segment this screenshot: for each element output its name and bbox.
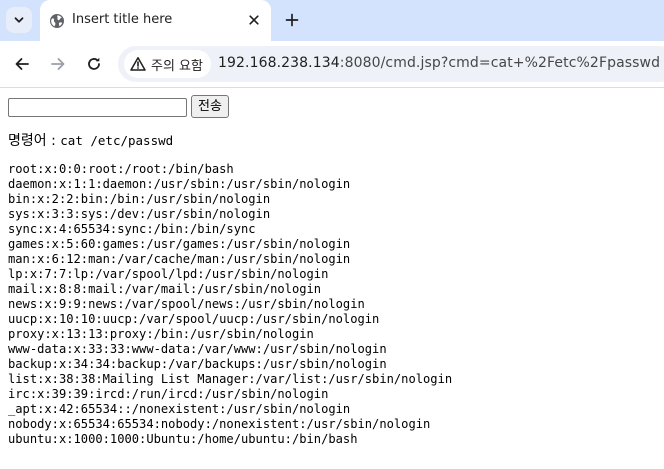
output-line: ubuntu:x:1000:1000:Ubuntu:/home/ubuntu:/… (8, 432, 358, 446)
close-icon[interactable] (246, 12, 262, 28)
submit-button[interactable]: 전송 (191, 95, 229, 118)
tab-strip: Insert title here (0, 0, 664, 41)
arrow-left-icon (14, 56, 30, 72)
browser-toolbar: 주의 요함 192.168.238.134:8080/cmd.jsp?cmd=c… (0, 41, 664, 88)
output-line: bin:x:2:2:bin:/bin:/usr/sbin/nologin (8, 192, 271, 206)
new-tab-button[interactable] (280, 8, 304, 32)
globe-icon (49, 13, 65, 29)
url-text[interactable]: 192.168.238.134:8080/cmd.jsp?cmd=cat+%2F… (218, 55, 660, 71)
tab-search-button[interactable] (6, 7, 32, 33)
output-line: sys:x:3:3:sys:/dev:/usr/sbin/nologin (8, 207, 271, 221)
url-host: 192.168.238.134 (218, 55, 340, 71)
browser-tab[interactable]: Insert title here (40, 0, 271, 41)
warning-triangle-icon (130, 56, 146, 72)
security-chip[interactable]: 주의 요함 (124, 50, 211, 78)
output-line: www-data:x:33:33:www-data:/var/www:/usr/… (8, 342, 387, 356)
output-line: sync:x:4:65534:sync:/bin:/bin/sync (8, 222, 256, 236)
page-content: 전송 명령어 : cat /etc/passwd root:x:0:0:root… (0, 88, 664, 469)
reload-icon (86, 56, 102, 72)
output-line: lp:x:7:7:lp:/var/spool/lpd:/usr/sbin/nol… (8, 267, 329, 281)
output-line: mail:x:8:8:mail:/var/mail:/usr/sbin/nolo… (8, 282, 322, 296)
command-value: cat /etc/passwd (60, 133, 174, 148)
output-line: backup:x:34:34:backup:/var/backups:/usr/… (8, 357, 387, 371)
output-line: man:x:6:12:man:/var/cache/man:/usr/sbin/… (8, 252, 351, 266)
chevron-down-icon (13, 14, 25, 26)
output-line: nobody:x:65534:65534:nobody:/nonexistent… (8, 417, 431, 431)
output-line: daemon:x:1:1:daemon:/usr/sbin:/usr/sbin/… (8, 177, 351, 191)
output-line: games:x:5:60:games:/usr/games:/usr/sbin/… (8, 237, 351, 251)
forward-button[interactable] (44, 50, 72, 78)
output-line: uucp:x:10:10:uucp:/var/spool/uucp:/usr/s… (8, 312, 380, 326)
output-line: root:x:0:0:root:/root:/bin/bash (8, 162, 234, 176)
output-line: _apt:x:42:65534::/nonexistent:/usr/sbin/… (8, 402, 351, 416)
arrow-right-icon (50, 56, 66, 72)
tab-title: Insert title here (72, 12, 173, 27)
command-input[interactable] (8, 98, 187, 117)
command-output: root:x:0:0:root:/root:/bin/bash daemon:x:… (8, 162, 452, 447)
output-line: irc:x:39:39:ircd:/run/ircd:/usr/sbin/nol… (8, 387, 329, 401)
output-line: proxy:x:13:13:proxy:/bin:/usr/sbin/nolog… (8, 327, 314, 341)
command-line: 명령어 : cat /etc/passwd (8, 130, 173, 150)
reload-button[interactable] (80, 50, 108, 78)
back-button[interactable] (8, 50, 36, 78)
url-path: :8080/cmd.jsp?cmd=cat+%2Fetc%2Fpasswd (339, 55, 661, 71)
output-line: list:x:38:38:Mailing List Manager:/var/l… (8, 372, 453, 386)
command-label: 명령어 : (8, 133, 61, 149)
address-bar[interactable]: 주의 요함 192.168.238.134:8080/cmd.jsp?cmd=c… (118, 46, 664, 82)
plus-icon (285, 13, 299, 27)
security-chip-label: 주의 요함 (151, 58, 203, 74)
output-line: news:x:9:9:news:/var/spool/news:/usr/sbi… (8, 297, 365, 311)
